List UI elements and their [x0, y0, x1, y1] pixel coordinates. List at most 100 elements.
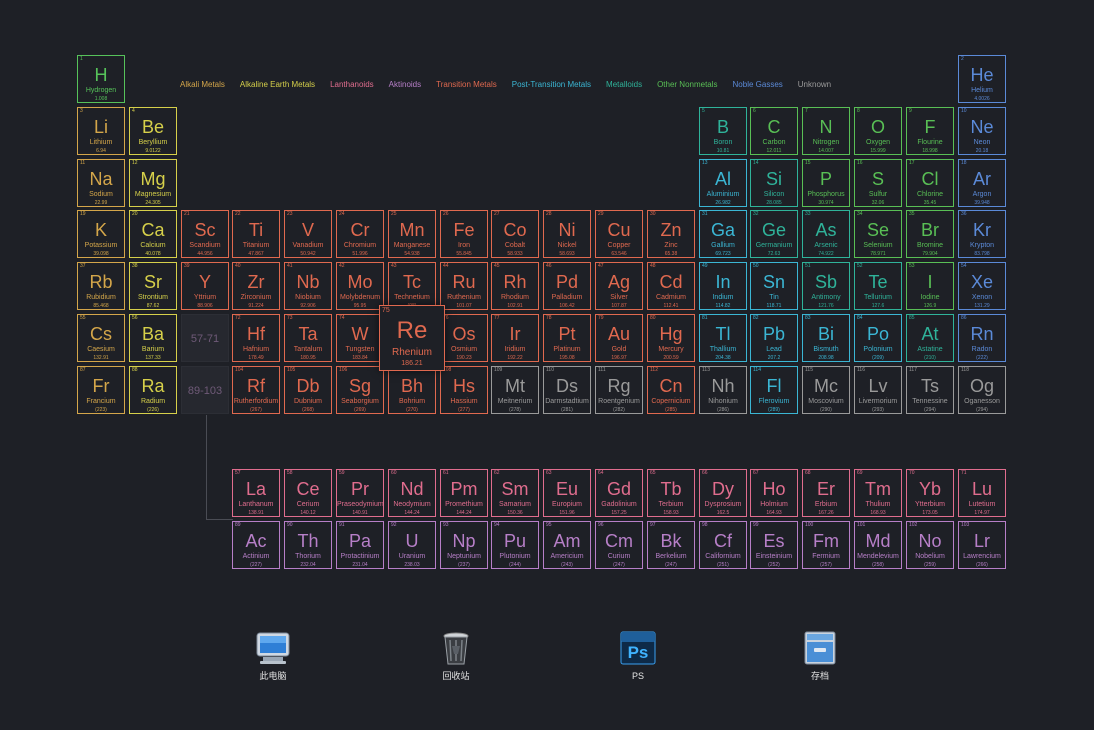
element-lv[interactable]: 116 Lv Livermorium (293) [854, 366, 902, 414]
element-er[interactable]: 68 Er Erbium 167.26 [802, 469, 850, 517]
element-og[interactable]: 118 Og Oganesson (294) [958, 366, 1006, 414]
desktop-icon-recycle-bin[interactable]: 回收站 [416, 630, 496, 682]
element-at[interactable]: 85 At Astatine (210) [906, 314, 954, 362]
element-u[interactable]: 92 U Uranium 238.03 [388, 521, 436, 569]
element-ag[interactable]: 47 Ag Silver 107.87 [595, 262, 643, 310]
element-mg[interactable]: 12 Mg Magnesium 24.305 [129, 159, 177, 207]
element-no[interactable]: 102 No Nobelium (259) [906, 521, 954, 569]
element-es[interactable]: 99 Es Einsteinium (252) [750, 521, 798, 569]
element-ra[interactable]: 88 Ra Radium (226) [129, 366, 177, 414]
element-ti[interactable]: 22 Ti Titanium 47.867 [232, 210, 280, 258]
element-tb[interactable]: 65 Tb Terbium 158.93 [647, 469, 695, 517]
element-fl[interactable]: 114 Fl Flerovium (289) [750, 366, 798, 414]
element-os[interactable]: 76 Os Osmium 190.23 [440, 314, 488, 362]
element-be[interactable]: 4 Be Beryllium 9.0122 [129, 107, 177, 155]
element-br[interactable]: 35 Br Bromine 79.904 [906, 210, 954, 258]
element-fr[interactable]: 87 Fr Francium (223) [77, 366, 125, 414]
element-sc[interactable]: 21 Sc Scandium 44.956 [181, 210, 229, 258]
element-ba[interactable]: 56 Ba Barium 137.33 [129, 314, 177, 362]
element-fm[interactable]: 100 Fm Fermium (257) [802, 521, 850, 569]
element-am[interactable]: 95 Am Americium (243) [543, 521, 591, 569]
element-al[interactable]: 13 Al Aluminium 26.982 [699, 159, 747, 207]
element-sb[interactable]: 51 Sb Antimony 121.76 [802, 262, 850, 310]
element-o[interactable]: 8 O Oxygen 15.999 [854, 107, 902, 155]
element-mc[interactable]: 115 Mc Moscovium (290) [802, 366, 850, 414]
legend-item-trans[interactable]: Transition Metals [436, 80, 497, 89]
legend-item-unknown[interactable]: Unknown [798, 80, 831, 89]
legend-item-metalloid[interactable]: Metalloids [606, 80, 642, 89]
element-ts[interactable]: 117 Ts Tennessine (294) [906, 366, 954, 414]
element-rb[interactable]: 37 Rb Rubidium 85.468 [77, 262, 125, 310]
element-dy[interactable]: 66 Dy Dysprosium 162.5 [699, 469, 747, 517]
desktop-icon-computer[interactable]: 此电脑 [233, 630, 313, 682]
element-p[interactable]: 15 P Phosphorus 30.974 [802, 159, 850, 207]
element-xe[interactable]: 54 Xe Xenon 131.29 [958, 262, 1006, 310]
element-rg[interactable]: 111 Rg Roentgenium (282) [595, 366, 643, 414]
legend-item-actin[interactable]: Aktinoids [389, 80, 421, 89]
element-se[interactable]: 34 Se Selenium 78.971 [854, 210, 902, 258]
element-y[interactable]: 39 Y Yttrium 88.906 [181, 262, 229, 310]
element-in[interactable]: 49 In Indium 114.82 [699, 262, 747, 310]
element-c[interactable]: 6 C Carbon 12.011 [750, 107, 798, 155]
element-zn[interactable]: 30 Zn Zinc 65.38 [647, 210, 695, 258]
element-ta[interactable]: 73 Ta Tantalum 180.95 [284, 314, 332, 362]
element-rh[interactable]: 45 Rh Rhodium 102.91 [491, 262, 539, 310]
element-np[interactable]: 93 Np Neptunium (237) [440, 521, 488, 569]
element-ar[interactable]: 18 Ar Argon 39.948 [958, 159, 1006, 207]
element-th[interactable]: 90 Th Thorium 232.04 [284, 521, 332, 569]
legend-item-alkali[interactable]: Alkali Metals [180, 80, 225, 89]
element-pt[interactable]: 78 Pt Platinum 195.08 [543, 314, 591, 362]
element-w[interactable]: 74 W Tungsten 183.84 [336, 314, 384, 362]
element-lr[interactable]: 103 Lr Lawrencium (266) [958, 521, 1006, 569]
element-h[interactable]: 1 H Hydrogen 1.008 [77, 55, 125, 103]
element-ne[interactable]: 10 Ne Neon 20.18 [958, 107, 1006, 155]
element-pb[interactable]: 82 Pb Lead 207.2 [750, 314, 798, 362]
element-ac[interactable]: 89 Ac Actinium (227) [232, 521, 280, 569]
element-nb[interactable]: 41 Nb Niobium 92.906 [284, 262, 332, 310]
element-hs[interactable]: 108 Hs Hassium (277) [440, 366, 488, 414]
element-cf[interactable]: 98 Cf Californium (251) [699, 521, 747, 569]
element-ho[interactable]: 67 Ho Holmium 164.93 [750, 469, 798, 517]
element-md[interactable]: 101 Md Mendelevium (258) [854, 521, 902, 569]
element-cn[interactable]: 112 Cn Copernicium (285) [647, 366, 695, 414]
element-rn[interactable]: 86 Rn Radon (222) [958, 314, 1006, 362]
element-cm[interactable]: 96 Cm Curium (247) [595, 521, 643, 569]
element-ce[interactable]: 58 Ce Cerium 140.12 [284, 469, 332, 517]
element-b[interactable]: 5 B Boron 10.81 [699, 107, 747, 155]
element-ni[interactable]: 28 Ni Nickel 58.693 [543, 210, 591, 258]
element-li[interactable]: 3 Li Lithium 6.94 [77, 107, 125, 155]
element-ge[interactable]: 32 Ge Germanium 72.63 [750, 210, 798, 258]
element-cd[interactable]: 48 Cd Cadmium 112.41 [647, 262, 695, 310]
element-ir[interactable]: 77 Ir Iridium 192.22 [491, 314, 539, 362]
element-sg[interactable]: 106 Sg Seaborgium (269) [336, 366, 384, 414]
element-pm[interactable]: 61 Pm Promethium 144.24 [440, 469, 488, 517]
actinoid-placeholder[interactable]: 89-103 [181, 366, 229, 414]
element-na[interactable]: 11 Na Sodium 22.99 [77, 159, 125, 207]
element-la[interactable]: 57 La Lanthanum 138.91 [232, 469, 280, 517]
element-yb[interactable]: 70 Yb Ytterbium 173.05 [906, 469, 954, 517]
legend-item-lanth[interactable]: Lanthanoids [330, 80, 374, 89]
element-n[interactable]: 7 N Nitrogen 14.007 [802, 107, 850, 155]
element-hg[interactable]: 80 Hg Mercury 200.59 [647, 314, 695, 362]
element-bi[interactable]: 83 Bi Bismuth 208.98 [802, 314, 850, 362]
element-bk[interactable]: 97 Bk Berkelium (247) [647, 521, 695, 569]
element-cu[interactable]: 29 Cu Copper 63.546 [595, 210, 643, 258]
element-cr[interactable]: 24 Cr Chromium 51.996 [336, 210, 384, 258]
element-s[interactable]: 16 S Sulfur 32.06 [854, 159, 902, 207]
element-tc[interactable]: 43TcTechnetium(98) [388, 262, 436, 310]
element-pd[interactable]: 46 Pd Palladium 106.42 [543, 262, 591, 310]
element-he[interactable]: 2 He Helium 4.0026 [958, 55, 1006, 103]
element-te[interactable]: 52 Te Tellurium 127.6 [854, 262, 902, 310]
element-bh[interactable]: 107BhBohrium(270) [388, 366, 436, 414]
element-kr[interactable]: 36 Kr Krypton 83.798 [958, 210, 1006, 258]
element-pr[interactable]: 59 Pr Praseodymium 140.91 [336, 469, 384, 517]
element-rf[interactable]: 104 Rf Rutherfordium (267) [232, 366, 280, 414]
element-k[interactable]: 19 K Potassium 39.098 [77, 210, 125, 258]
element-ds[interactable]: 110 Ds Darmstadtium (281) [543, 366, 591, 414]
element-ca[interactable]: 20 Ca Calcium 40.078 [129, 210, 177, 258]
element-ru[interactable]: 44 Ru Ruthenium 101.07 [440, 262, 488, 310]
element-sr[interactable]: 38 Sr Strontium 87.62 [129, 262, 177, 310]
element-cl[interactable]: 17 Cl Chlorine 35.45 [906, 159, 954, 207]
element-db[interactable]: 105 Db Dubnium (268) [284, 366, 332, 414]
element-sm[interactable]: 62 Sm Samarium 150.36 [491, 469, 539, 517]
